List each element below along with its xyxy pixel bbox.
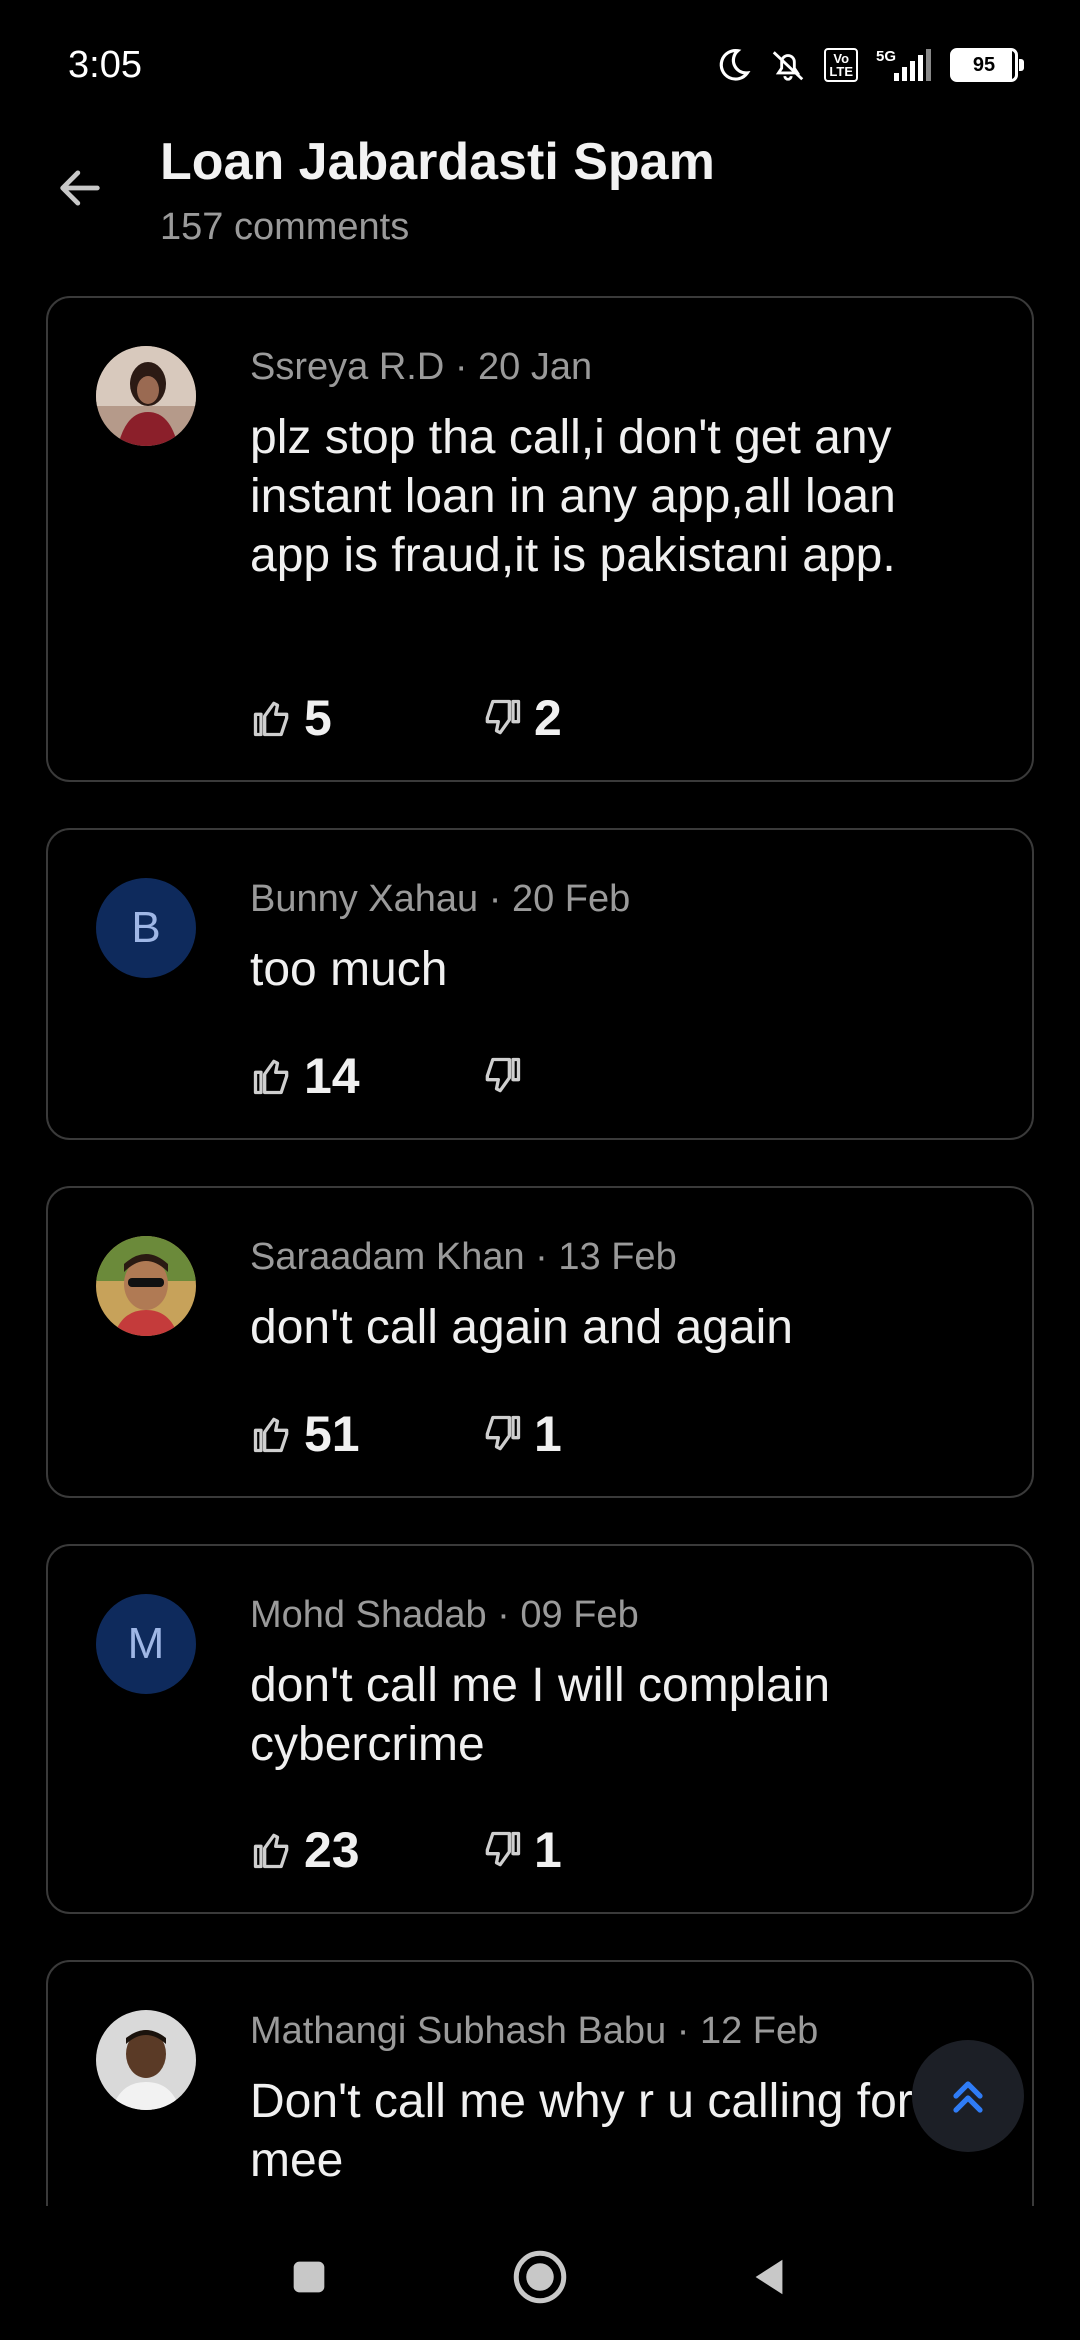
thumbs-up-icon bbox=[253, 1417, 289, 1453]
app-header: Loan Jabardasti Spam 157 comments bbox=[0, 120, 1080, 270]
comment-card: Ssreya R.D · 20 Jan plz stop tha call,i … bbox=[46, 296, 1034, 782]
square-icon bbox=[293, 2261, 325, 2293]
comment-card: Mathangi Subhash Babu · 12 Feb Don't cal… bbox=[46, 1960, 1034, 2206]
comment-meta: Mohd Shadab · 09 Feb bbox=[250, 1594, 639, 1636]
dislike-count: 2 bbox=[534, 690, 562, 746]
avatar[interactable] bbox=[96, 346, 196, 446]
thumbs-down-icon bbox=[485, 1831, 521, 1867]
like-button[interactable]: 14 bbox=[250, 1047, 480, 1105]
like-count: 23 bbox=[304, 1822, 360, 1878]
status-bar: 3:05 Vo LTE 5G 95 bbox=[0, 0, 1080, 120]
vote-row: 51 1 bbox=[250, 1404, 562, 1464]
comment-text: plz stop tha call,i don't get any instan… bbox=[250, 411, 896, 582]
vote-row: 23 1 bbox=[250, 1820, 562, 1880]
comments-list[interactable]: Ssreya R.D · 20 Jan plz stop tha call,i … bbox=[0, 296, 1080, 2206]
comment-meta: Mathangi Subhash Babu · 12 Feb bbox=[250, 2010, 819, 2052]
comment-meta: Ssreya R.D · 20 Jan bbox=[250, 346, 593, 388]
dislike-button[interactable] bbox=[480, 1054, 534, 1098]
network-type-label: 5G bbox=[876, 48, 896, 65]
vote-row: 5 2 bbox=[250, 688, 562, 748]
arrow-left-icon bbox=[60, 170, 100, 206]
like-button[interactable]: 51 bbox=[250, 1405, 480, 1463]
thumbs-down-icon bbox=[485, 699, 521, 735]
dislike-count: 1 bbox=[534, 1406, 562, 1462]
comment-text: too much bbox=[250, 943, 448, 996]
signal-5g-icon: 5G bbox=[874, 47, 934, 83]
scroll-to-top-button[interactable] bbox=[912, 2040, 1024, 2152]
avatar[interactable] bbox=[96, 2010, 196, 2110]
status-icons: Vo LTE 5G 95 bbox=[714, 40, 1024, 90]
avatar[interactable] bbox=[96, 1236, 196, 1336]
like-count: 5 bbox=[304, 690, 332, 746]
back-button[interactable] bbox=[50, 158, 110, 218]
moon-icon bbox=[714, 46, 752, 84]
vote-row: 14 bbox=[250, 1046, 534, 1106]
comment-count: 157 comments bbox=[160, 206, 410, 248]
double-chevron-up-icon bbox=[953, 2081, 983, 2113]
like-button[interactable]: 23 bbox=[250, 1821, 480, 1879]
like-count: 51 bbox=[304, 1406, 360, 1462]
page-title: Loan Jabardasti Spam bbox=[160, 133, 715, 191]
battery-level: 95 bbox=[972, 53, 996, 76]
recents-button[interactable] bbox=[274, 2242, 344, 2312]
circle-icon bbox=[513, 2250, 567, 2304]
like-count: 14 bbox=[304, 1048, 360, 1104]
comment-meta: Saraadam Khan · 13 Feb bbox=[250, 1236, 677, 1278]
thumbs-up-icon bbox=[253, 1059, 289, 1095]
thumbs-up-icon bbox=[253, 701, 289, 737]
avatar[interactable]: M bbox=[96, 1594, 196, 1694]
home-button[interactable] bbox=[505, 2242, 575, 2312]
dislike-button[interactable]: 1 bbox=[480, 1821, 562, 1879]
thumbs-down-icon bbox=[485, 1057, 521, 1093]
triangle-back-icon bbox=[755, 2259, 783, 2295]
comment-card: Saraadam Khan · 13 Feb don't call again … bbox=[46, 1186, 1034, 1498]
comment-card: M Mohd Shadab · 09 Feb don't call me I w… bbox=[46, 1544, 1034, 1914]
avatar[interactable]: B bbox=[96, 878, 196, 978]
volte-icon: Vo LTE bbox=[824, 48, 858, 82]
dislike-button[interactable]: 2 bbox=[480, 689, 562, 747]
comment-meta: Bunny Xahau · 20 Feb bbox=[250, 878, 631, 920]
status-time: 3:05 bbox=[68, 44, 142, 86]
dislike-button[interactable]: 1 bbox=[480, 1405, 562, 1463]
comment-text: don't call again and again bbox=[250, 1301, 793, 1354]
like-button[interactable]: 5 bbox=[250, 689, 480, 747]
system-nav-bar bbox=[0, 2206, 1080, 2340]
thumbs-down-icon bbox=[485, 1415, 521, 1451]
dislike-count: 1 bbox=[534, 1822, 562, 1878]
comment-text: don't call me I will complain cybercrime bbox=[250, 1659, 831, 1771]
thumbs-up-icon bbox=[253, 1833, 289, 1869]
alarm-off-icon bbox=[768, 46, 808, 84]
comment-text: Don't call me why r u calling for mee bbox=[250, 2075, 913, 2187]
battery-indicator: 95 bbox=[950, 48, 1024, 82]
comment-card: B Bunny Xahau · 20 Feb too much 14 bbox=[46, 828, 1034, 1140]
back-nav-button[interactable] bbox=[734, 2242, 804, 2312]
